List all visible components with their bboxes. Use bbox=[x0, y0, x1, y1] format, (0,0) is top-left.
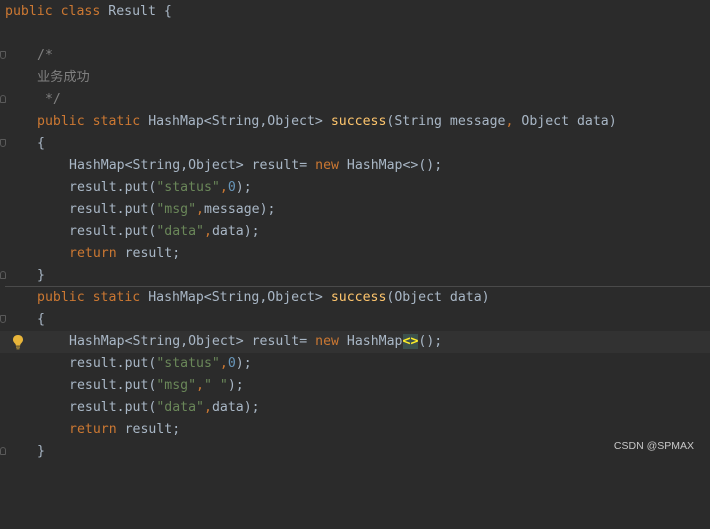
string-literal: "data" bbox=[156, 224, 204, 239]
string-literal: "msg" bbox=[156, 202, 197, 217]
string-literal: " " bbox=[204, 378, 228, 393]
fold-marker-icon[interactable] bbox=[0, 271, 6, 279]
call: result.put( bbox=[69, 356, 157, 371]
call-end: ); bbox=[227, 378, 244, 393]
comment: 业务成功 bbox=[37, 70, 90, 85]
comma: , bbox=[219, 180, 228, 195]
brace: { bbox=[37, 136, 45, 151]
keyword: static bbox=[92, 290, 141, 305]
keyword: public bbox=[5, 4, 53, 19]
code-line[interactable]: public class Result { bbox=[0, 1, 710, 23]
comma: , bbox=[203, 400, 212, 415]
parameters: Object data) bbox=[513, 114, 617, 129]
code-line[interactable]: result.put("msg",message); bbox=[0, 199, 710, 221]
keyword: class bbox=[60, 4, 101, 19]
code-line[interactable]: result.put("msg"," "); bbox=[0, 375, 710, 397]
keyword: public bbox=[37, 290, 85, 305]
brace: } bbox=[37, 268, 45, 283]
call: result.put( bbox=[69, 224, 157, 239]
code-line[interactable]: return result; bbox=[0, 419, 710, 441]
return-type: HashMap<String,Object> bbox=[148, 290, 323, 305]
code-line[interactable]: } bbox=[0, 265, 710, 287]
code-line[interactable]: result.put("data",data); bbox=[0, 221, 710, 243]
call: result.put( bbox=[69, 202, 157, 217]
matched-brackets: <> bbox=[402, 334, 419, 349]
code-line[interactable]: */ bbox=[0, 89, 710, 111]
expression: (); bbox=[418, 334, 443, 349]
code-line[interactable]: } bbox=[0, 441, 710, 463]
comma: , bbox=[219, 356, 228, 371]
code-line[interactable]: return result; bbox=[0, 243, 710, 265]
code-line[interactable]: result.put("data",data); bbox=[0, 397, 710, 419]
expression: HashMap bbox=[338, 334, 403, 349]
number-literal: 0 bbox=[227, 356, 236, 371]
comment: */ bbox=[37, 92, 61, 107]
call-end: ); bbox=[235, 356, 252, 371]
method-name: success bbox=[330, 114, 387, 129]
expression: HashMap<>(); bbox=[338, 158, 443, 173]
code-line[interactable]: { bbox=[0, 133, 710, 155]
keyword: static bbox=[92, 114, 141, 129]
code-line[interactable]: result.put("status",0); bbox=[0, 177, 710, 199]
watermark: CSDN @SPMAX bbox=[613, 440, 694, 452]
parameters: (Object data) bbox=[386, 290, 490, 305]
fold-marker-icon[interactable] bbox=[0, 51, 6, 59]
fold-marker-icon[interactable] bbox=[0, 447, 6, 455]
string-literal: "data" bbox=[156, 400, 204, 415]
keyword: new bbox=[315, 334, 339, 349]
call: result.put( bbox=[69, 180, 157, 195]
method-name: success bbox=[330, 290, 387, 305]
call-end: data); bbox=[211, 224, 260, 239]
call-end: message); bbox=[204, 202, 276, 217]
comma: , bbox=[196, 378, 204, 393]
call: result.put( bbox=[69, 378, 157, 393]
comma: , bbox=[203, 224, 212, 239]
fold-marker-icon[interactable] bbox=[0, 139, 6, 147]
call-end: data); bbox=[211, 400, 260, 415]
lightbulb-icon[interactable] bbox=[12, 334, 24, 350]
keyword: public bbox=[37, 114, 85, 129]
keyword: return bbox=[69, 422, 117, 437]
brace: { bbox=[37, 312, 45, 327]
declaration: HashMap<String,Object> result= bbox=[69, 334, 316, 349]
fold-marker-icon[interactable] bbox=[0, 315, 6, 323]
declaration: HashMap<String,Object> result= bbox=[69, 158, 316, 173]
parameters: (String message bbox=[386, 114, 506, 129]
return-value: result; bbox=[116, 246, 181, 261]
code-line[interactable]: /* bbox=[0, 45, 710, 67]
class-name: Result bbox=[108, 4, 156, 19]
comma: , bbox=[196, 202, 204, 217]
code-line[interactable]: public static HashMap<String,Object> suc… bbox=[0, 287, 710, 309]
call-end: ); bbox=[235, 180, 252, 195]
code-line[interactable]: 业务成功 bbox=[0, 67, 710, 89]
brace: { bbox=[163, 4, 172, 19]
return-value: result; bbox=[116, 422, 181, 437]
fold-marker-icon[interactable] bbox=[0, 95, 6, 103]
string-literal: "status" bbox=[156, 356, 220, 371]
code-line[interactable]: public static HashMap<String,Object> suc… bbox=[0, 111, 710, 133]
code-editor[interactable]: public class Result { /* 业务成功 */ public … bbox=[0, 0, 710, 462]
number-literal: 0 bbox=[227, 180, 236, 195]
return-type: HashMap<String,Object> bbox=[148, 114, 323, 129]
keyword: return bbox=[69, 246, 117, 261]
brace: } bbox=[37, 444, 45, 459]
comment: /* bbox=[37, 48, 53, 63]
keyword: new bbox=[315, 158, 339, 173]
code-line[interactable]: HashMap<String,Object> result= new HashM… bbox=[0, 155, 710, 177]
string-literal: "msg" bbox=[156, 378, 197, 393]
string-literal: "status" bbox=[156, 180, 220, 195]
code-line-current[interactable]: HashMap<String,Object> result= new HashM… bbox=[0, 331, 710, 353]
code-line[interactable]: result.put("status",0); bbox=[0, 353, 710, 375]
call: result.put( bbox=[69, 400, 157, 415]
code-line[interactable]: { bbox=[0, 309, 710, 331]
